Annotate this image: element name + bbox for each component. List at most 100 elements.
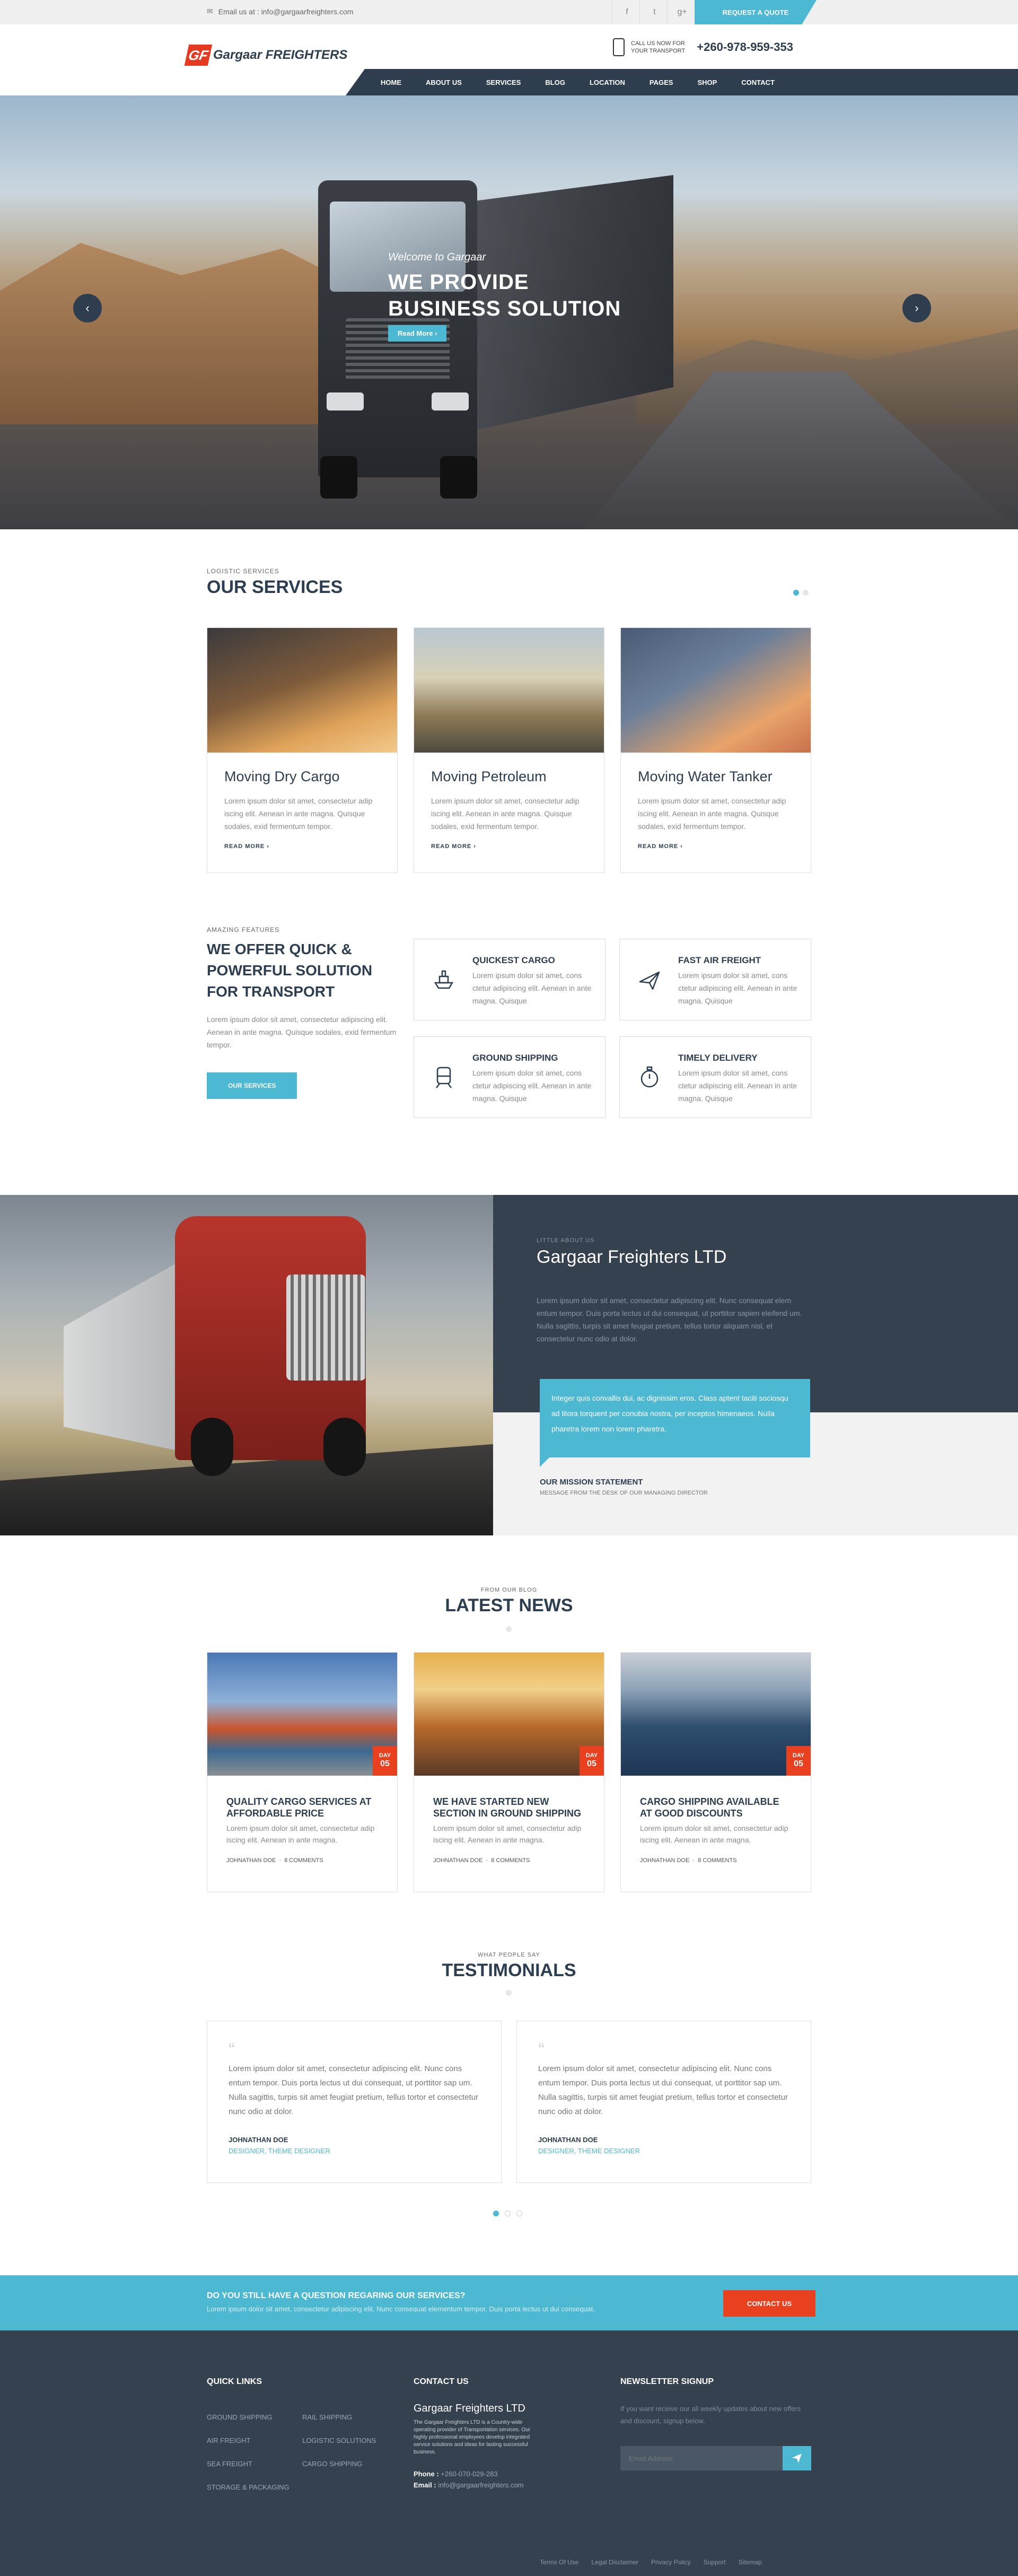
hero-prev-arrow[interactable]: ‹ (73, 294, 102, 322)
news-date-day: 05 (794, 1759, 803, 1768)
features-intro: AMAZING FEATURES WE OFFER QUICK & POWERF… (207, 926, 398, 1099)
testimonial-name: JOHNATHAN DOE (229, 2136, 288, 2144)
logo[interactable]: GF Gargaar FREIGHTERS (184, 45, 347, 66)
newsletter-text: If you want receive our all weekly updat… (620, 2405, 801, 2425)
nav-location[interactable]: LOCATION (590, 78, 625, 86)
service-read-more[interactable]: READ MORE › (431, 843, 587, 850)
nav-about[interactable]: ABOUT US (426, 78, 462, 86)
testimonial-dot[interactable] (516, 2211, 522, 2216)
service-read-more[interactable]: READ MORE › (224, 843, 380, 850)
about-truck-image (0, 1195, 493, 1535)
google-plus-icon[interactable]: g+ (667, 0, 697, 24)
nav-contact[interactable]: CONTACT (741, 78, 775, 86)
footer-bottom-link[interactable]: Privacy Policy (651, 2558, 691, 2566)
news-title[interactable]: CARGO SHIPPING AVAILABLE AT GOOD DISCOUN… (640, 1796, 792, 1819)
newsletter-submit-button[interactable] (783, 2446, 811, 2470)
feature-title: GROUND SHIPPING (472, 1053, 558, 1063)
testimonial-text: Lorem ipsum dolor sit amet, consectetur … (538, 2064, 788, 2116)
testimonial-role: DESIGNER, THEME DESIGNER (538, 2147, 640, 2155)
nav-pages[interactable]: PAGES (650, 78, 673, 86)
cta-content: DO YOU STILL HAVE A QUESTION REGARING OU… (207, 2291, 595, 2313)
nav-services[interactable]: SERVICES (486, 78, 521, 86)
footer-link[interactable]: GROUND SHIPPING (207, 2413, 313, 2421)
footer-link[interactable]: CARGO SHIPPING (302, 2460, 408, 2468)
news-meta: JOHNATHAN DOE · 8 COMMENTS (640, 1857, 737, 1864)
feature-box: TIMELY DELIVERY Lorem ipsum dolor sit am… (619, 1036, 811, 1118)
about-kicker: LITTLE ABOUT US (537, 1237, 595, 1244)
news-comments[interactable]: 8 COMMENTS (491, 1857, 530, 1864)
footer-bottom-link[interactable]: Sitemap (739, 2558, 762, 2566)
contact-us-button[interactable]: CONTACT US (723, 2290, 815, 2317)
hero-read-more-button[interactable]: Read More › (388, 325, 447, 342)
read-more-label: READ MORE (224, 843, 265, 850)
header-phone[interactable]: +260-978-959-353 (697, 40, 793, 54)
news-comments[interactable]: 8 COMMENTS (698, 1857, 736, 1864)
news-comments[interactable]: 8 COMMENTS (284, 1857, 323, 1864)
facebook-icon[interactable]: f (612, 0, 642, 24)
topbar-email[interactable]: ✉ Email us at : info@gargaarfreighters.c… (207, 7, 353, 16)
service-title: Moving Petroleum (431, 769, 547, 784)
newsletter-email-input[interactable] (620, 2446, 783, 2470)
read-more-label: READ MORE (638, 843, 679, 850)
send-icon (792, 2453, 802, 2463)
footer-link[interactable]: LOGISTIC SOLUTIONS (302, 2437, 408, 2444)
our-services-button[interactable]: OUR SERVICES (207, 1072, 297, 1099)
news-card[interactable]: DAY 05 WE HAVE STARTED NEW SECTION IN GRO… (414, 1652, 604, 1892)
news-title[interactable]: QUALITY CARGO SERVICES AT AFFORDABLE PRI… (226, 1796, 378, 1819)
footer-bottom-link[interactable]: Support (704, 2558, 726, 2566)
news-author[interactable]: JOHNATHAN DOE (433, 1857, 482, 1864)
quote-pointer (540, 1457, 549, 1467)
phone-icon (613, 38, 625, 56)
feature-title: QUICKEST CARGO (472, 955, 555, 965)
news-card[interactable]: DAY 05 CARGO SHIPPING AVAILABLE AT GOOD D… (620, 1652, 811, 1892)
nav-home[interactable]: HOME (381, 78, 401, 86)
quote-icon: “ (229, 2039, 235, 2060)
testimonial-dot-active[interactable] (493, 2211, 499, 2216)
hero-text: Welcome to Gargaar WE PROVIDE BUSINESS SO… (388, 251, 621, 342)
service-card[interactable]: Moving Dry Cargo Lorem ipsum dolor sit a… (207, 627, 398, 873)
news-date-label: DAY (379, 1752, 391, 1759)
request-quote-button[interactable]: REQUEST A QUOTE (695, 0, 817, 24)
services-dot-active[interactable] (793, 590, 799, 596)
mission-sub: MESSAGE FROM THE DESK OF OUR MANAGING DI… (540, 1490, 708, 1496)
testimonial-dot[interactable] (505, 2211, 511, 2216)
testimonials-kicker: WHAT PEOPLE SAY (478, 1952, 540, 1958)
feature-text: Lorem ipsum dolor sit amet, cons ctetur … (678, 971, 797, 1005)
logo-mark: GF (184, 45, 213, 66)
services-dot[interactable] (803, 590, 809, 596)
news-title[interactable]: WE HAVE STARTED NEW SECTION IN GROUND SH… (433, 1796, 585, 1819)
hero-next-arrow[interactable]: › (902, 294, 931, 322)
news-author[interactable]: JOHNATHAN DOE (640, 1857, 689, 1864)
footer-email: Email : info@gargaarfreighters.com (414, 2481, 536, 2489)
newsletter-form (620, 2446, 811, 2470)
footer-link[interactable]: SEA FREIGHT (207, 2460, 313, 2468)
service-read-more[interactable]: READ MORE › (638, 843, 794, 850)
email-value[interactable]: info@gargaarfreighters.com (438, 2481, 523, 2489)
footer-link[interactable]: STORAGE & PACKAGING (207, 2483, 313, 2491)
service-card[interactable]: Moving Petroleum Lorem ipsum dolor sit a… (414, 627, 604, 873)
news-author[interactable]: JOHNATHAN DOE (226, 1857, 276, 1864)
read-more-label: READ MORE (431, 843, 472, 850)
footer-link[interactable]: RAIL SHIPPING (302, 2413, 408, 2421)
phone-value[interactable]: +260-070-029-283 (441, 2470, 497, 2478)
features-text: Lorem ipsum dolor sit amet, consectetur … (207, 1015, 397, 1049)
service-card[interactable]: Moving Water Tanker Lorem ipsum dolor si… (620, 627, 811, 873)
testimonials-heading: WHAT PEOPLE SAY TESTIMONIALS (0, 1952, 1018, 1981)
service-image (621, 628, 811, 753)
footer-link[interactable]: AIR FREIGHT (207, 2437, 313, 2444)
news-date-label: DAY (792, 1752, 805, 1759)
footer-bottom-link[interactable]: Terms Of Use (540, 2558, 578, 2566)
cta-title: DO YOU STILL HAVE A QUESTION REGARING OU… (207, 2291, 466, 2300)
footer-company: Gargaar Freighters LTD (414, 2403, 525, 2414)
footer-bottom-link[interactable]: Legal Disclaimer (591, 2558, 638, 2566)
stopwatch-icon (634, 1061, 665, 1093)
cta-text: Lorem ipsum dolor sit amet, consectetur … (207, 2305, 595, 2313)
news-image: DAY 05 (621, 1653, 811, 1776)
call-line2: YOUR TRANSPORT (631, 48, 686, 54)
nav-blog[interactable]: BLOG (545, 78, 565, 86)
news-card[interactable]: DAY 05 QUALITY CARGO SERVICES AT AFFORDAB… (207, 1652, 398, 1892)
footer: QUICK LINKS GROUND SHIPPING AIR FREIGHT … (0, 2330, 1018, 2576)
hero-title-line2: BUSINESS SOLUTION (388, 297, 621, 320)
nav-shop[interactable]: SHOP (697, 78, 717, 86)
twitter-icon[interactable]: t (639, 0, 669, 24)
